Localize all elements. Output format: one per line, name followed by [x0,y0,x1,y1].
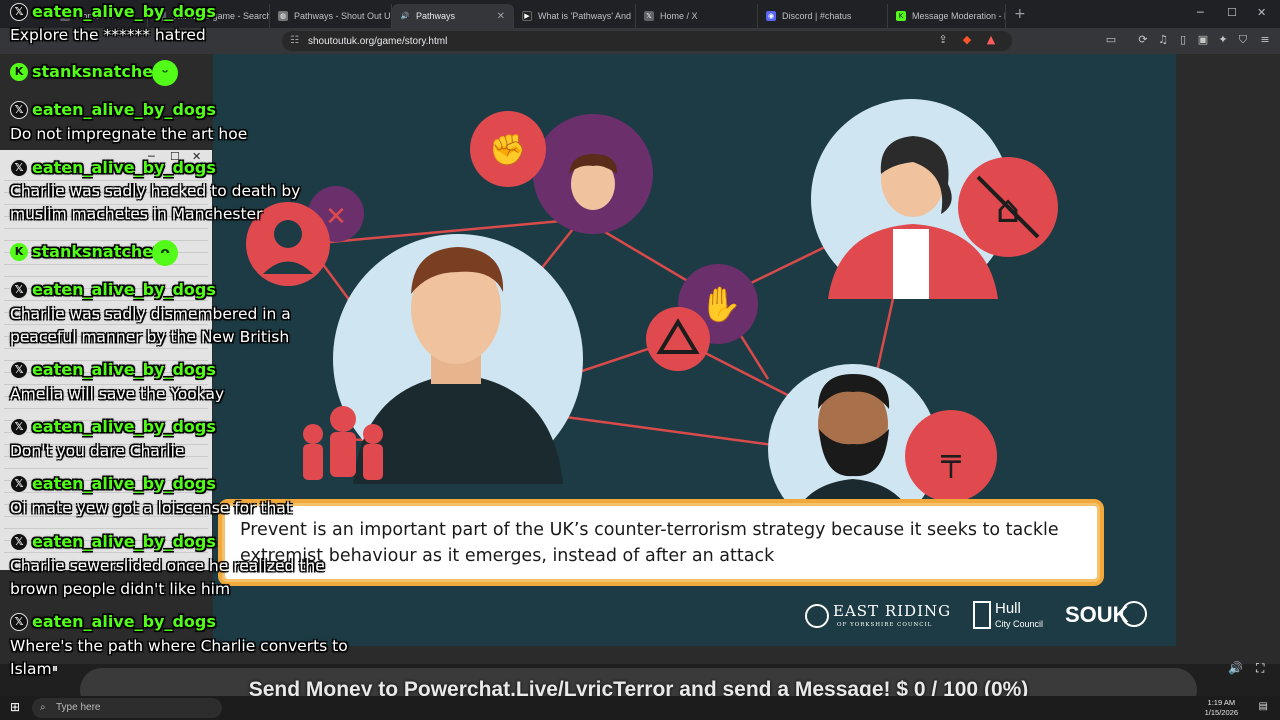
close-tab-icon[interactable]: ✕ [497,11,505,22]
gun-icon: ╤ [940,440,961,478]
fullscreen-icon[interactable]: ⛶ [1256,661,1264,676]
chat-user: 𝕏eaten_alive_by_dogs [10,417,216,436]
chat-user: 𝕏eaten_alive_by_dogs [10,158,216,177]
chat-user: 𝕏eaten_alive_by_dogs [10,100,216,119]
tab-message-moderation[interactable]: K Message Moderation - K [888,4,1006,28]
triangle-badge [646,307,710,371]
extension-icon[interactable]: ⟳ [1136,33,1150,47]
pause-icon[interactable]: ⏸ [52,661,58,676]
east-riding-sub: OF YORKSHIRE COUNCIL [837,622,933,628]
emote-icon: ᴖ [152,240,178,266]
chat-user: 𝕏eaten_alive_by_dogs [10,2,216,21]
chat-message: Charlie sewerslided once he realized the… [10,557,325,598]
leo-ai-icon[interactable]: ✦ [1216,33,1230,47]
stream-chat-overlay: 𝕏eaten_alive_by_dogs Explore the ****** … [4,0,364,690]
media-controls-icon[interactable]: ♫ [1156,33,1170,47]
windows-start-icon[interactable]: ⊞ [10,700,20,714]
chat-user: 𝕏eaten_alive_by_dogs [10,532,216,551]
search-icon: ⌕ [40,702,46,713]
close-window-icon[interactable]: ✕ [1257,6,1266,19]
notifications-icon[interactable]: ▤ [1259,701,1268,712]
hull-logo: Hull [995,600,1021,617]
wallet-icon[interactable]: ▣ [1196,33,1210,47]
tab-what-is-pathways[interactable]: ▶ What is 'Pathways' And [514,4,636,28]
url-bar[interactable]: ☷ shoutoutuk.org/game/story.html [282,31,1012,51]
x-icon: 𝕏 [644,11,654,21]
east-riding-crest-icon [805,604,829,628]
system-clock[interactable]: 1:19 AM 1/15/2026 [1205,698,1238,718]
caption-text: Prevent is an important part of the UK’s… [240,520,1059,566]
chat-message: Amelia will save the Yookay [10,385,225,403]
share-icon[interactable]: ⇪ [936,33,950,47]
new-tab-icon[interactable]: + [1014,6,1026,22]
windows-taskbar: ⊞ ⌕ Type here 1:19 AM 1/15/2026 ▤ [0,696,1280,720]
taskbar-search[interactable]: ⌕ Type here [32,698,222,718]
brave-rewards-icon[interactable]: ▲ [984,33,998,47]
chat-message: Oi mate yew got a loiscense for that [10,499,292,517]
raised-fist-icon: ✊ [489,133,526,168]
brave-shield-icon[interactable]: ◆ [960,33,974,47]
chat-user: 𝕏eaten_alive_by_dogs [10,612,216,631]
x-badge-icon: 𝕏 [10,280,28,299]
screen: 𝕏 Home / X 𝕏pathways game - Search ◍ Pathw… [0,0,1280,720]
maximize-window-icon[interactable]: ☐ [1227,6,1237,19]
clock-time: 1:19 AM [1207,698,1236,707]
search-placeholder: Type here [56,702,101,713]
discord-icon: ◉ [766,11,776,21]
volume-icon[interactable]: 🔊 [1228,661,1243,675]
globe-logo-icon [1121,601,1147,627]
x-badge-icon: 𝕏 [10,100,28,119]
souk-logo: SOUK [1065,602,1129,627]
vpn-icon[interactable]: ⛉ [1236,33,1250,47]
chat-message: Explore the ****** hatred [10,26,206,44]
sidebar-toggle-icon[interactable]: ▭ [1104,33,1118,47]
chat-message: Do not impregnate the art hoe [10,125,248,143]
chat-user: 𝕏eaten_alive_by_dogs [10,280,216,299]
x-badge-icon: 𝕏 [10,2,28,21]
hull-crest-icon [973,601,991,629]
menu-icon[interactable]: ≡ [1258,33,1272,47]
reading-list-icon[interactable]: ▯ [1176,33,1190,47]
minimize-window-icon[interactable]: ─ [1197,6,1204,19]
chat-user: 𝕏eaten_alive_by_dogs [10,360,216,379]
x-badge-icon: 𝕏 [10,612,28,631]
chat-user: Kstanksnatcher [10,242,161,261]
clock-date: 1/15/2026 [1204,708,1238,717]
x-badge-icon: 𝕏 [10,417,28,436]
x-badge-icon: 𝕏 [10,474,28,493]
x-badge-icon: 𝕏 [10,158,28,177]
east-riding-logo: EAST RIDING [833,602,952,620]
video-icon: ▶ [522,11,532,21]
kick-icon: K [896,11,906,21]
speaker-icon: 🔊 [400,12,410,20]
emote-icon: ᵕ [152,60,178,86]
x-badge-icon: 𝕏 [10,360,28,379]
chat-message: Charlie was sadly hacked to death by mus… [10,182,301,223]
x-badge-icon: 𝕏 [10,532,28,551]
tab-discord[interactable]: ◉ Discord | #chatus [758,4,888,28]
raised-hand-icon: ✋ [700,285,742,325]
tab-pathways[interactable]: 🔊 Pathways ✕ [392,4,514,28]
chat-user: Kstanksnatcher [10,62,161,81]
kick-badge-icon: K [10,62,28,81]
chat-message: Don't you dare Charlie [10,442,185,460]
kick-badge-icon: K [10,242,28,261]
hull-sub: City Council [995,619,1044,629]
chat-user: 𝕏eaten_alive_by_dogs [10,474,216,493]
chat-message: Charlie was sadly dismembered in a peace… [10,305,291,346]
tab-home-x-2[interactable]: 𝕏 Home / X [636,4,758,28]
person-woman-shirt [893,229,929,299]
